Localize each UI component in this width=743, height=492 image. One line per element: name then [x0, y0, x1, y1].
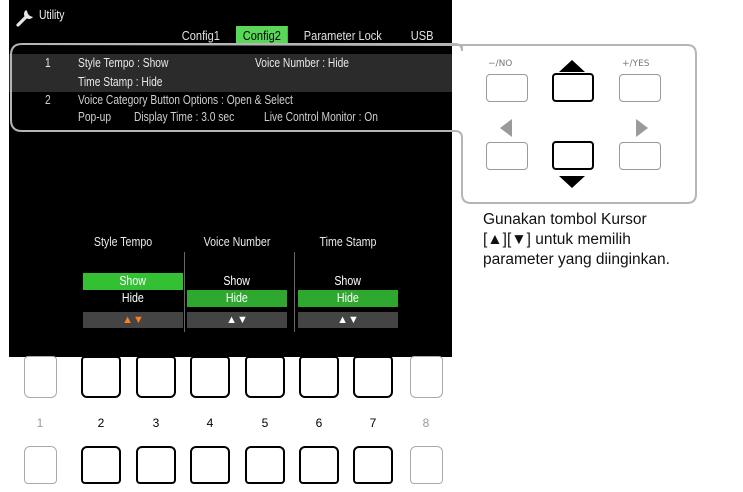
- button-8-lower[interactable]: [410, 446, 443, 484]
- cursor-up-icon: [559, 60, 585, 72]
- button-4-upper[interactable]: [190, 356, 230, 398]
- lcd-buttons: 1 2 3 4 5 6 7 8: [0, 350, 460, 492]
- button-1-lower[interactable]: [24, 446, 57, 484]
- button-5-lower[interactable]: [245, 446, 285, 484]
- instruction-line-1: Gunakan tombol Kursor: [483, 211, 647, 228]
- yes-button-label: +/YES: [622, 59, 650, 69]
- no-button[interactable]: [486, 74, 528, 102]
- cursor-up-button[interactable]: [552, 73, 594, 102]
- button-3-lower[interactable]: [136, 446, 176, 484]
- yes-button[interactable]: [619, 74, 661, 102]
- button-2-upper[interactable]: [81, 356, 121, 398]
- button-number-2: 2: [97, 416, 105, 430]
- button-number-3: 3: [152, 416, 160, 430]
- cursor-down-button[interactable]: [552, 141, 594, 170]
- button-number-8: 8: [422, 416, 430, 430]
- cursor-left-button[interactable]: [486, 142, 528, 170]
- button-number-7: 7: [369, 416, 377, 430]
- instruction-text: Gunakan tombol Kursor [▲][▼] untuk memil…: [483, 210, 743, 270]
- button-7-upper[interactable]: [353, 356, 393, 398]
- button-7-lower[interactable]: [353, 446, 393, 484]
- button-3-upper[interactable]: [136, 356, 176, 398]
- cursor-right-icon: [636, 119, 648, 137]
- instruction-line-2: [▲][▼] untuk memilih: [483, 231, 631, 248]
- button-number-5: 5: [261, 416, 269, 430]
- cursor-down-icon: [559, 176, 585, 188]
- button-4-lower[interactable]: [190, 446, 230, 484]
- button-number-4: 4: [206, 416, 214, 430]
- button-1-upper[interactable]: [24, 356, 57, 398]
- button-8-upper[interactable]: [410, 356, 443, 398]
- button-6-lower[interactable]: [299, 446, 339, 484]
- button-number-1: 1: [36, 416, 44, 430]
- button-5-upper[interactable]: [245, 356, 285, 398]
- cursor-left-icon: [500, 119, 512, 137]
- button-number-6: 6: [315, 416, 323, 430]
- instruction-line-3: parameter yang diinginkan.: [483, 251, 670, 268]
- cursor-button-panel: −/NO +/YES: [462, 45, 694, 203]
- button-2-lower[interactable]: [81, 446, 121, 484]
- no-button-label: −/NO: [488, 59, 513, 69]
- button-6-upper[interactable]: [299, 356, 339, 398]
- cursor-right-button[interactable]: [619, 142, 661, 170]
